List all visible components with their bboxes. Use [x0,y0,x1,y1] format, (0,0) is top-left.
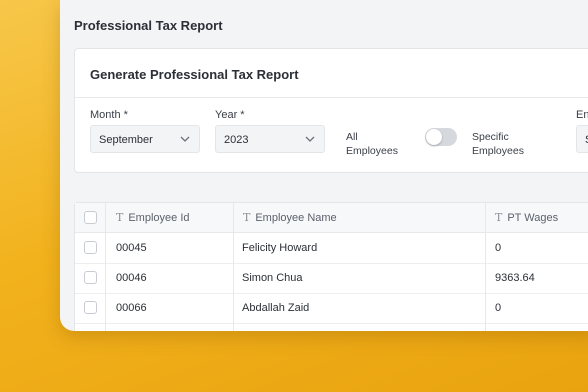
text-type-icon: T [243,211,251,224]
column-header-employee-name[interactable]: T Employee Name [243,211,337,224]
row-checkbox[interactable] [84,241,97,254]
column-separator [105,203,106,232]
month-label: Month * [90,109,128,121]
column-separator [233,323,234,331]
chevron-down-icon [180,136,190,142]
column-separator [485,323,486,331]
column-label: Employee Name [255,212,337,224]
column-separator [485,233,486,263]
employee-name-cell: Felicity Howard [242,242,318,254]
pt-wages-cell: 0 [495,242,502,254]
divider [75,97,588,98]
column-separator [233,233,234,263]
month-value: September [99,134,153,146]
column-separator [105,293,106,323]
year-label: Year * [215,109,245,121]
all-employees-option[interactable]: All Employees [346,130,411,158]
toggle-knob [426,129,442,145]
column-separator [233,203,234,232]
table-row[interactable]: 00045 Felicity Howard 0 [75,233,588,264]
column-header-pt-wages[interactable]: T PT Wages [495,211,558,224]
employee-id-cell: 00046 [116,272,147,284]
select-all-checkbox[interactable] [84,211,97,224]
table-row[interactable]: 00066 Abdallah Zaid 0 [75,293,588,324]
column-separator [105,323,106,331]
employee-id-cell: 00066 [116,302,147,314]
month-select[interactable]: September [90,125,200,153]
pt-wages-cell: 0 [495,302,502,314]
column-separator [485,293,486,323]
column-label: PT Wages [507,212,559,224]
row-checkbox[interactable] [84,271,97,284]
employee-name-cell: Simon Chua [242,272,303,284]
column-separator [485,263,486,293]
chevron-down-icon [305,136,315,142]
year-select[interactable]: 2023 [215,125,325,153]
page-title: Professional Tax Report [74,18,223,33]
employees-label-truncated: En [576,109,588,121]
table-row[interactable] [75,323,588,331]
column-separator [485,203,486,232]
table-row[interactable]: 00046 Simon Chua 9363.64 [75,263,588,294]
column-separator [233,293,234,323]
app-window: Professional Tax Report Generate Profess… [60,0,588,331]
column-separator [105,233,106,263]
specific-employees-option[interactable]: Specific Employees [472,130,542,158]
row-checkbox[interactable] [84,301,97,314]
text-type-icon: T [116,211,124,224]
year-value: 2023 [224,134,249,146]
report-form-card: Generate Professional Tax Report Month *… [74,48,588,173]
employee-name-cell: Abdallah Zaid [242,302,310,314]
employee-id-cell: 00045 [116,242,147,254]
employee-table: T Employee Id T Employee Name T PT Wages 00… [74,202,588,331]
column-separator [105,263,106,293]
table-header: T Employee Id T Employee Name T PT Wages [75,203,588,233]
column-separator [233,263,234,293]
column-header-employee-id[interactable]: T Employee Id [116,211,190,224]
form-title: Generate Professional Tax Report [90,67,299,82]
employee-scope-toggle[interactable] [425,128,457,146]
employees-select-truncated[interactable]: S [576,125,588,153]
text-type-icon: T [495,211,503,224]
column-label: Employee Id [128,212,190,224]
pt-wages-cell: 9363.64 [495,272,535,284]
